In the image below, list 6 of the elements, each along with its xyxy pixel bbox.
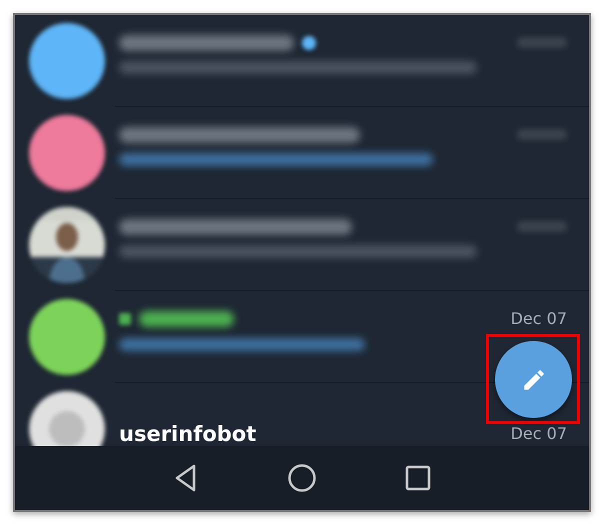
chat-name: userinfobot xyxy=(119,423,256,445)
blurred-text xyxy=(517,37,567,48)
chat-date: Dec 07 xyxy=(510,425,567,443)
blurred-text xyxy=(517,221,567,232)
blurred-text xyxy=(517,129,567,140)
chat-date: Dec 07 xyxy=(510,310,567,328)
